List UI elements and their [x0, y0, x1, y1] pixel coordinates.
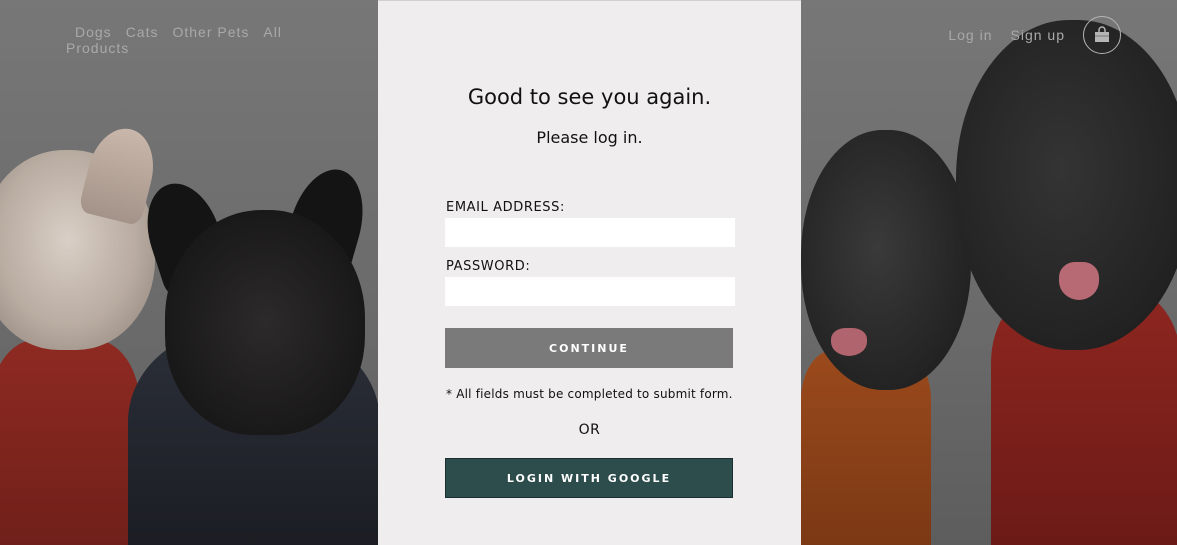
poodle-small — [801, 130, 971, 390]
signup-link[interactable]: Sign up — [1011, 27, 1065, 43]
account-nav: Log in Sign up — [948, 16, 1121, 54]
password-label: PASSWORD: — [446, 259, 531, 274]
login-subtitle: Please log in. — [536, 128, 643, 147]
or-divider: OR — [578, 422, 601, 438]
login-modal: Good to see you again. Please log in. EM… — [378, 0, 801, 545]
nav-link-cats[interactable]: Cats — [126, 24, 159, 40]
page: Dogs Cats Other Pets All Products Log in Si… — [0, 0, 1177, 545]
poodle-tongue — [1059, 262, 1099, 300]
nav-link-other-pets[interactable]: Other Pets — [172, 24, 249, 40]
login-link[interactable]: Log in — [948, 27, 992, 43]
background-photo-right — [801, 0, 1177, 545]
required-fields-note: * All fields must be completed to submit… — [446, 387, 733, 401]
continue-button[interactable]: CONTINUE — [445, 328, 733, 368]
background-photo-left — [0, 0, 378, 545]
main-nav: Dogs Cats Other Pets All Products — [66, 24, 326, 56]
password-field[interactable] — [445, 277, 735, 306]
email-label: EMAIL ADDRESS: — [446, 200, 565, 215]
poodle-tongue — [831, 328, 867, 356]
nav-link-dogs[interactable]: Dogs — [75, 24, 112, 40]
cart-button[interactable] — [1083, 16, 1121, 54]
dog-jacket-red — [0, 340, 140, 545]
shopping-bag-icon — [1095, 26, 1109, 42]
poodle-big — [956, 20, 1177, 350]
dog-black-head — [165, 210, 365, 435]
login-title: Good to see you again. — [467, 85, 712, 109]
email-field[interactable] — [445, 218, 735, 247]
login-with-google-button[interactable]: LOGIN WITH GOOGLE — [445, 458, 733, 498]
